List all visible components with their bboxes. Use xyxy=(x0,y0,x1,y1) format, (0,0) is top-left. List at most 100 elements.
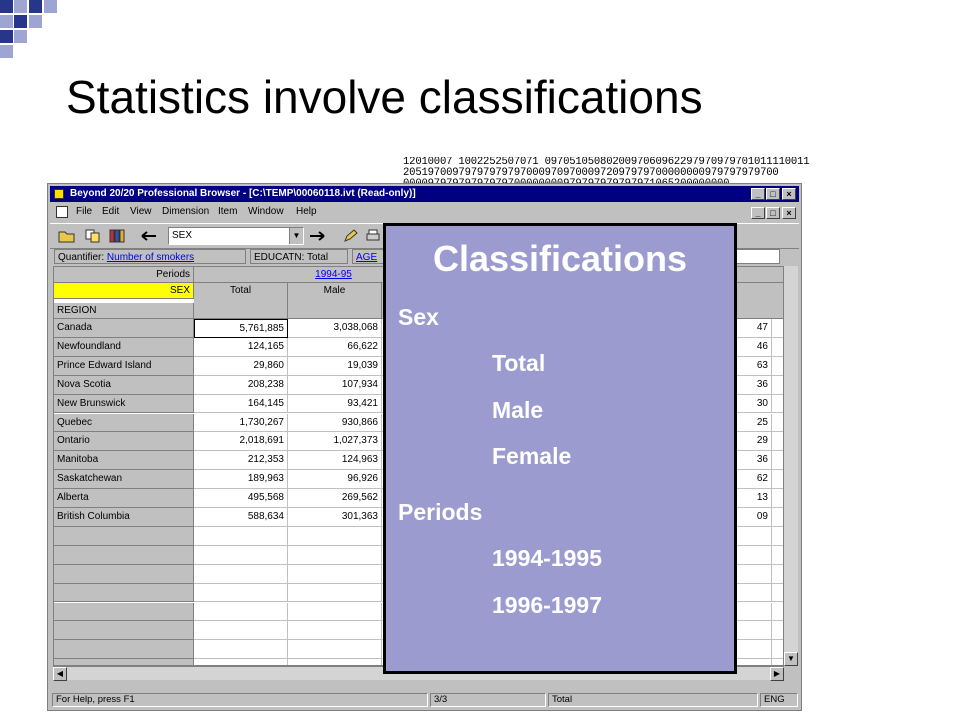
menu-help[interactable]: Help xyxy=(296,206,317,217)
cell-total[interactable] xyxy=(194,602,288,622)
cell-male[interactable] xyxy=(288,621,382,641)
cell-total[interactable] xyxy=(194,621,288,641)
arrow-left-icon[interactable] xyxy=(140,228,158,244)
cell-total[interactable]: 588,634 xyxy=(194,508,288,527)
cell-right[interactable]: 36 xyxy=(732,451,772,471)
close-button[interactable]: × xyxy=(782,188,796,200)
cell-right[interactable] xyxy=(732,526,772,546)
region-row-header[interactable]: Newfoundland xyxy=(54,337,194,357)
cell-male[interactable] xyxy=(288,545,382,565)
cell-male[interactable]: 1,027,373 xyxy=(288,432,382,452)
cell-right[interactable] xyxy=(732,659,772,665)
period-link[interactable]: 1994-95 xyxy=(315,269,352,280)
print-icon[interactable] xyxy=(364,228,382,244)
cell-male[interactable] xyxy=(288,659,382,665)
region-row-header[interactable]: New Brunswick xyxy=(54,394,194,414)
cell-right[interactable] xyxy=(732,640,772,660)
cell-right[interactable]: 09 xyxy=(732,508,772,527)
vertical-scrollbar[interactable]: ▼ xyxy=(784,266,798,666)
cell-total[interactable]: 2,018,691 xyxy=(194,432,288,452)
cell-male[interactable]: 107,934 xyxy=(288,375,382,395)
cell-total[interactable] xyxy=(194,545,288,565)
region-header[interactable]: REGION xyxy=(54,303,194,319)
region-row-header[interactable] xyxy=(54,545,194,565)
menu-window[interactable]: Window xyxy=(248,206,284,217)
region-row-header[interactable] xyxy=(54,583,194,603)
menu-edit[interactable]: Edit xyxy=(102,206,119,217)
cell-male[interactable] xyxy=(288,564,382,584)
cell-right[interactable]: 62 xyxy=(732,470,772,490)
cell-total[interactable] xyxy=(194,583,288,603)
cell-total[interactable]: 208,238 xyxy=(194,375,288,395)
cell-right[interactable]: 36 xyxy=(732,375,772,395)
cell-right[interactable]: 29 xyxy=(732,432,772,452)
region-row-header[interactable] xyxy=(54,621,194,641)
maximize-button[interactable]: □ xyxy=(766,188,780,200)
dimension-combo[interactable]: SEX ▼ xyxy=(168,227,304,245)
cell-total[interactable]: 189,963 xyxy=(194,470,288,490)
cell-total[interactable]: 1,730,267 xyxy=(194,413,288,433)
cell-right[interactable] xyxy=(732,602,772,622)
cell-total[interactable]: 5,761,885 xyxy=(194,319,288,338)
cell-male[interactable]: 19,039 xyxy=(288,356,382,376)
region-row-header[interactable] xyxy=(54,564,194,584)
cell-total[interactable]: 29,860 xyxy=(194,356,288,376)
doc-close-button[interactable]: × xyxy=(782,207,796,219)
doc-restore-button[interactable]: □ xyxy=(766,207,780,219)
region-row-header[interactable]: Prince Edward Island xyxy=(54,356,194,376)
cell-male[interactable]: 930,866 xyxy=(288,413,382,433)
region-row-header[interactable]: Saskatchewan xyxy=(54,470,194,490)
cell-male[interactable] xyxy=(288,526,382,546)
cell-right[interactable]: 63 xyxy=(732,356,772,376)
cell-right[interactable]: 25 xyxy=(732,413,772,433)
cell-right[interactable]: 30 xyxy=(732,394,772,414)
cell-right[interactable]: 47 xyxy=(732,319,772,338)
region-row-header[interactable]: Canada xyxy=(54,319,194,338)
region-row-header[interactable] xyxy=(54,602,194,622)
cell-right[interactable]: 46 xyxy=(732,337,772,357)
region-row-header[interactable] xyxy=(54,659,194,665)
cell-right[interactable] xyxy=(732,583,772,603)
region-row-header[interactable]: British Columbia xyxy=(54,508,194,527)
column-header-total[interactable]: Total xyxy=(194,283,288,319)
window-titlebar[interactable]: Beyond 20/20 Professional Browser - [C:\… xyxy=(50,186,799,202)
age-link[interactable]: AGE xyxy=(356,252,377,263)
cell-male[interactable]: 96,926 xyxy=(288,470,382,490)
quantifier-box[interactable]: Quantifier: Number of smokers xyxy=(54,249,246,264)
cell-right[interactable] xyxy=(732,564,772,584)
column-header-male[interactable]: Male xyxy=(288,283,382,319)
cell-total[interactable] xyxy=(194,564,288,584)
menu-view[interactable]: View xyxy=(130,206,152,217)
cell-total[interactable] xyxy=(194,659,288,665)
pencil-icon[interactable] xyxy=(342,228,360,244)
sex-header[interactable]: SEX xyxy=(54,283,194,299)
cell-male[interactable]: 269,562 xyxy=(288,489,382,508)
cell-male[interactable]: 66,622 xyxy=(288,337,382,357)
cell-total[interactable] xyxy=(194,526,288,546)
cell-total[interactable]: 124,165 xyxy=(194,337,288,357)
books-icon[interactable] xyxy=(108,228,126,244)
chevron-down-icon[interactable]: ▼ xyxy=(289,228,303,244)
minimize-button[interactable]: _ xyxy=(751,188,765,200)
copy-icon[interactable] xyxy=(84,228,102,244)
region-row-header[interactable] xyxy=(54,526,194,546)
cell-male[interactable] xyxy=(288,583,382,603)
cell-male[interactable] xyxy=(288,602,382,622)
scroll-right-button[interactable]: ▶ xyxy=(770,667,784,681)
doc-minimize-button[interactable]: _ xyxy=(751,207,765,219)
cell-male[interactable] xyxy=(288,640,382,660)
cell-total[interactable]: 212,353 xyxy=(194,451,288,471)
cell-total[interactable]: 495,568 xyxy=(194,489,288,508)
cell-total[interactable] xyxy=(194,640,288,660)
region-row-header[interactable] xyxy=(54,640,194,660)
arrow-right-icon[interactable] xyxy=(308,228,326,244)
cell-male[interactable]: 93,421 xyxy=(288,394,382,414)
cell-right[interactable]: 13 xyxy=(732,489,772,508)
quantifier-link[interactable]: Number of smokers xyxy=(107,252,194,263)
open-folder-icon[interactable] xyxy=(58,228,76,244)
menu-item[interactable]: Item xyxy=(218,206,237,217)
scroll-down-button[interactable]: ▼ xyxy=(784,652,798,666)
scroll-left-button[interactable]: ◀ xyxy=(53,667,67,681)
cell-male[interactable]: 301,363 xyxy=(288,508,382,527)
cell-right[interactable] xyxy=(732,545,772,565)
